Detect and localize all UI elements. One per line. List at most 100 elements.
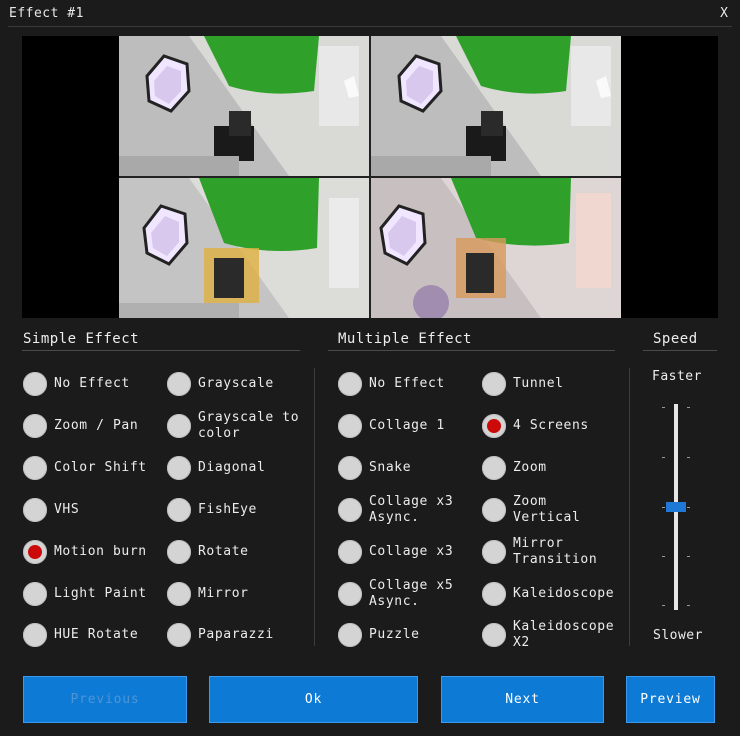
effect-option-radio[interactable]: Color Shift <box>23 456 147 480</box>
camera-frame-image <box>371 178 621 318</box>
radio-unselected-icon[interactable] <box>338 623 362 647</box>
preview-grid <box>119 36 621 318</box>
effect-option-radio[interactable]: Kaleidoscope <box>482 582 614 606</box>
section-separator <box>629 368 630 646</box>
effect-option-radio[interactable]: Grayscale <box>167 372 274 396</box>
effect-option-radio[interactable]: Snake <box>338 456 411 480</box>
effect-option-radio[interactable]: Zoom Vertical <box>482 494 580 525</box>
section-separator <box>314 368 315 646</box>
effect-option-label: Snake <box>369 460 412 475</box>
speed-slider-thumb[interactable] <box>666 502 686 512</box>
effect-option-radio[interactable]: Zoom / Pan <box>23 414 138 438</box>
speed-heading: Speed <box>653 331 698 347</box>
preview-button[interactable]: Preview <box>626 676 715 723</box>
radio-unselected-icon[interactable] <box>482 372 506 396</box>
radio-unselected-icon[interactable] <box>167 456 191 480</box>
radio-selected-icon[interactable] <box>23 540 47 564</box>
radio-unselected-icon[interactable] <box>482 498 506 522</box>
camera-frame-image <box>119 36 369 176</box>
effect-option-label: Grayscale <box>198 376 274 391</box>
effect-option-radio[interactable]: FishEye <box>167 498 257 522</box>
effect-option-radio[interactable]: Collage 1 <box>338 414 445 438</box>
effect-option-radio[interactable]: Collage x3 <box>338 540 453 564</box>
radio-selected-icon[interactable] <box>482 414 506 438</box>
effect-option-label: Light Paint <box>54 586 147 601</box>
title-bar: Effect #1 X <box>0 0 740 30</box>
effect-option-label: No Effect <box>369 376 445 391</box>
effect-option-radio[interactable]: Diagonal <box>167 456 265 480</box>
slider-tick <box>687 605 690 606</box>
effect-option-label: FishEye <box>198 502 257 517</box>
radio-unselected-icon[interactable] <box>167 498 191 522</box>
effect-option-label: Collage x3 Async. <box>369 494 454 525</box>
radio-unselected-icon[interactable] <box>167 623 191 647</box>
speed-faster-label: Faster <box>652 369 702 384</box>
radio-unselected-icon[interactable] <box>338 456 362 480</box>
effect-option-radio[interactable]: Kaleidoscope X2 <box>482 619 614 650</box>
effect-option-radio[interactable]: Mirror Transition <box>482 536 597 567</box>
effect-option-radio[interactable]: No Effect <box>338 372 445 396</box>
radio-unselected-icon[interactable] <box>23 456 47 480</box>
radio-unselected-icon[interactable] <box>482 582 506 606</box>
radio-unselected-icon[interactable] <box>23 414 47 438</box>
preview-tile <box>119 36 369 176</box>
effect-option-radio[interactable]: Grayscale to color <box>167 410 299 441</box>
close-button[interactable]: X <box>720 6 728 21</box>
effect-option-radio[interactable]: Collage x5 Async. <box>338 578 453 609</box>
effect-option-label: Motion burn <box>54 544 147 559</box>
radio-unselected-icon[interactable] <box>338 414 362 438</box>
effect-option-label: Zoom <box>513 460 547 475</box>
camera-frame-image <box>119 178 369 318</box>
effect-option-label: Kaleidoscope X2 <box>513 619 615 650</box>
radio-unselected-icon[interactable] <box>167 372 191 396</box>
slider-tick <box>687 556 690 557</box>
radio-unselected-icon[interactable] <box>338 582 362 606</box>
radio-unselected-icon[interactable] <box>482 456 506 480</box>
radio-unselected-icon[interactable] <box>338 498 362 522</box>
multiple-effect-divider <box>328 350 615 351</box>
effect-option-label: Grayscale to color <box>198 410 300 441</box>
previous-button[interactable]: Previous <box>23 676 187 723</box>
simple-effect-divider <box>22 350 300 351</box>
effect-option-label: Tunnel <box>513 376 564 391</box>
effect-option-radio[interactable]: No Effect <box>23 372 130 396</box>
effect-option-radio[interactable]: Rotate <box>167 540 249 564</box>
effect-option-label: Kaleidoscope <box>513 586 615 601</box>
effect-option-radio[interactable]: Tunnel <box>482 372 564 396</box>
radio-unselected-icon[interactable] <box>167 582 191 606</box>
ok-button[interactable]: Ok <box>209 676 418 723</box>
radio-unselected-icon[interactable] <box>167 540 191 564</box>
preview-tile <box>371 178 621 318</box>
effect-option-label: Puzzle <box>369 627 420 642</box>
title-divider <box>8 26 732 27</box>
slider-tick <box>662 507 665 508</box>
radio-unselected-icon[interactable] <box>338 540 362 564</box>
preview-tile <box>119 178 369 318</box>
radio-unselected-icon[interactable] <box>23 582 47 606</box>
radio-unselected-icon[interactable] <box>338 372 362 396</box>
effect-option-radio[interactable]: VHS <box>23 498 79 522</box>
multiple-effect-heading: Multiple Effect <box>338 331 472 347</box>
simple-effect-heading: Simple Effect <box>23 331 140 347</box>
effect-option-radio[interactable]: Puzzle <box>338 623 420 647</box>
effect-option-label: Paparazzi <box>198 627 274 642</box>
effect-option-radio[interactable]: Mirror <box>167 582 249 606</box>
radio-unselected-icon[interactable] <box>167 414 191 438</box>
next-button[interactable]: Next <box>441 676 604 723</box>
effect-option-radio[interactable]: Motion burn <box>23 540 147 564</box>
radio-unselected-icon[interactable] <box>23 498 47 522</box>
effect-option-label: Color Shift <box>54 460 147 475</box>
radio-unselected-icon[interactable] <box>23 623 47 647</box>
radio-unselected-icon[interactable] <box>23 372 47 396</box>
effect-option-radio[interactable]: HUE Rotate <box>23 623 138 647</box>
effect-option-radio[interactable]: Paparazzi <box>167 623 274 647</box>
effect-option-label: No Effect <box>54 376 130 391</box>
effect-option-radio[interactable]: Collage x3 Async. <box>338 494 453 525</box>
effect-option-radio[interactable]: Light Paint <box>23 582 147 606</box>
radio-unselected-icon[interactable] <box>482 540 506 564</box>
radio-unselected-icon[interactable] <box>482 623 506 647</box>
effect-option-label: Rotate <box>198 544 249 559</box>
effect-option-radio[interactable]: 4 Screens <box>482 414 589 438</box>
effect-option-radio[interactable]: Zoom <box>482 456 547 480</box>
effect-option-label: Mirror Transition <box>513 536 598 567</box>
